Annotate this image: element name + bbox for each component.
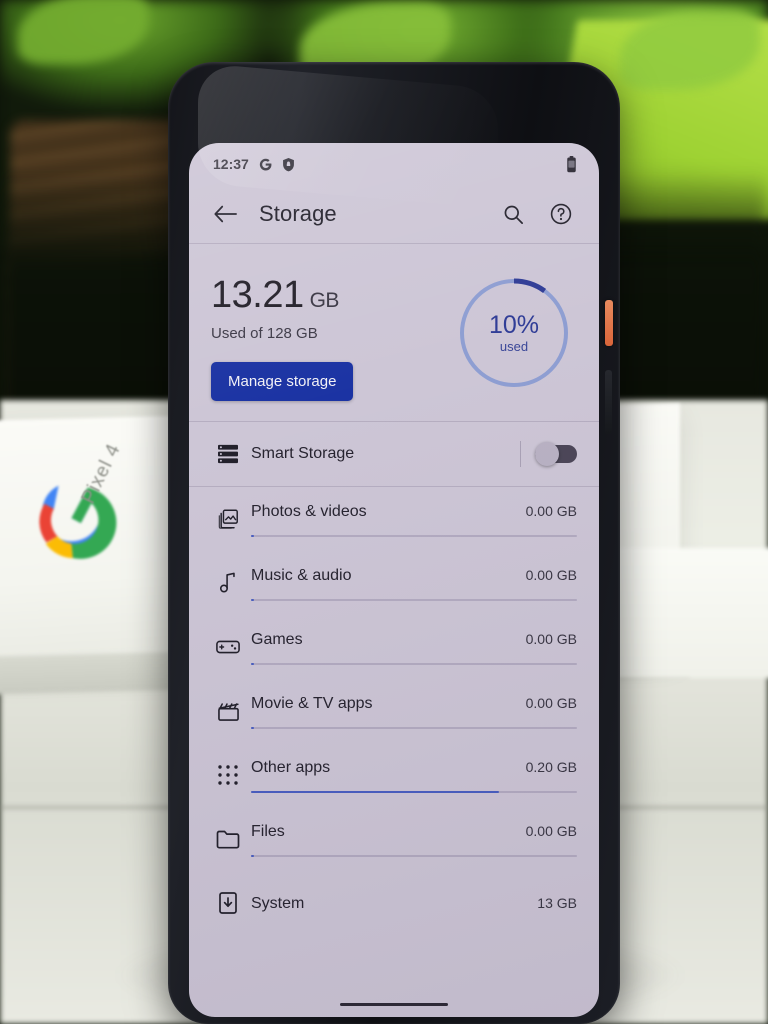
category-value: 0.00 GB <box>525 503 577 519</box>
category-usage-bar <box>251 535 577 537</box>
category-value: 13 GB <box>537 895 577 911</box>
battery-icon <box>566 155 577 173</box>
smart-storage-toggle[interactable] <box>535 442 577 466</box>
category-label: Files <box>251 823 285 840</box>
status-time: 12:37 <box>213 156 249 172</box>
category-usage-bar <box>251 663 577 665</box>
back-button[interactable] <box>205 194 245 234</box>
home-pill[interactable] <box>340 1002 448 1006</box>
power-button[interactable] <box>605 300 613 346</box>
used-of-total: Used of 128 GB <box>211 325 318 342</box>
google-g-icon <box>258 157 273 172</box>
music-note-icon <box>205 572 251 594</box>
storage-category-row[interactable]: Music & audio 0.00 GB <box>189 551 599 615</box>
category-label: Music & audio <box>251 567 352 584</box>
page-title: Storage <box>259 201 337 226</box>
storage-category-list: Photos & videos 0.00 GB Music & audio 0.00 … <box>189 487 599 935</box>
gauge-caption: used <box>499 338 529 354</box>
smart-storage-label: Smart Storage <box>251 445 355 462</box>
storage-category-row[interactable]: System 13 GB <box>189 871 599 935</box>
storage-list-icon <box>205 444 251 464</box>
used-unit: GB <box>309 289 340 312</box>
storage-category-row[interactable]: Other apps 0.20 GB <box>189 743 599 807</box>
smart-storage-row[interactable]: Smart Storage <box>189 422 599 486</box>
phone-screen: 12:37 Storage 13.21 GB Used of 128 GB Ma… <box>189 143 599 1017</box>
category-label: Other apps <box>251 759 331 776</box>
apps-grid-icon <box>205 764 251 786</box>
category-usage-bar <box>251 599 577 601</box>
help-button[interactable] <box>541 194 581 234</box>
used-value: 13.21 <box>211 274 304 316</box>
storage-category-row[interactable]: Photos & videos 0.00 GB <box>189 487 599 551</box>
google-g-logo <box>39 485 117 559</box>
secondary-box <box>600 548 768 678</box>
status-bar: 12:37 <box>189 143 599 185</box>
storage-category-row[interactable]: Games 0.00 GB <box>189 615 599 679</box>
folder-icon <box>205 829 251 849</box>
category-value: 0.00 GB <box>525 631 577 647</box>
system-update-icon <box>205 892 251 914</box>
category-label: Movie & TV apps <box>251 695 373 712</box>
storage-category-row[interactable]: Files 0.00 GB <box>189 807 599 871</box>
usage-gauge: 10% used <box>455 274 573 392</box>
phone-device: 12:37 Storage 13.21 GB Used of 128 GB Ma… <box>168 62 620 1024</box>
app-bar: Storage <box>189 185 599 243</box>
photo-stack-icon <box>205 508 251 530</box>
volume-button[interactable] <box>605 370 612 434</box>
category-usage-bar <box>251 791 577 793</box>
manage-storage-button[interactable]: Manage storage <box>211 362 354 401</box>
category-label: Photos & videos <box>251 503 367 520</box>
category-label: System <box>251 895 305 912</box>
switch-divider <box>520 441 521 467</box>
gesture-nav-bar[interactable] <box>189 991 599 1017</box>
category-usage-bar <box>251 855 577 857</box>
used-amount: 13.21 GB <box>211 276 455 314</box>
category-value: 0.20 GB <box>525 759 577 775</box>
category-value: 0.00 GB <box>525 567 577 583</box>
category-value: 0.00 GB <box>525 695 577 711</box>
category-label: Games <box>251 631 303 648</box>
storage-category-row[interactable]: Movie & TV apps 0.00 GB <box>189 679 599 743</box>
shield-icon <box>282 157 295 172</box>
category-value: 0.00 GB <box>525 823 577 839</box>
category-usage-bar <box>251 727 577 729</box>
gamepad-icon <box>205 638 251 656</box>
search-button[interactable] <box>493 194 533 234</box>
storage-summary: 13.21 GB Used of 128 GB Manage storage 10… <box>189 244 599 421</box>
gauge-percent: 10% <box>488 310 540 339</box>
clapperboard-icon <box>205 701 251 722</box>
